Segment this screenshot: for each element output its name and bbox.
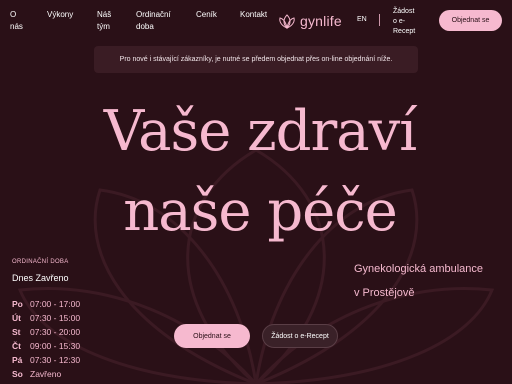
- lotus-icon: [279, 14, 295, 29]
- erecept-request-button[interactable]: Žádost o e-Recept: [262, 324, 338, 348]
- nav-link-label: tým: [97, 22, 110, 31]
- erecept-label-line: o e-: [393, 18, 406, 25]
- nav-link-label: Výkony: [47, 10, 74, 19]
- nav-link-label: nás: [10, 22, 23, 31]
- hero-subtitle-line-2: v Prostějově: [354, 287, 415, 299]
- nav-link-label: Kontakt: [240, 10, 268, 19]
- notice-banner: Pro nové i stávající zákazníky, je nutné…: [94, 46, 418, 73]
- nav-link-ordinacni-doba[interactable]: Ordinační doba: [136, 9, 171, 33]
- hero-title-line-1: Vaše zdraví: [103, 99, 417, 164]
- nav-link-o-nas[interactable]: O nás: [10, 9, 23, 33]
- day-hours: 07:30 - 15:00: [30, 313, 81, 323]
- day-name: So: [12, 369, 23, 379]
- day-hours: 09:00 - 15:30: [30, 341, 81, 351]
- day-name: Čt: [12, 341, 21, 351]
- day-name: St: [12, 327, 21, 337]
- day-hours: 07:30 - 20:00: [30, 327, 81, 337]
- day-name: Út: [12, 313, 21, 323]
- day-hours: 07:00 - 17:00: [30, 299, 81, 309]
- nav-link-label: doba: [136, 22, 154, 31]
- logo-text: gynlife: [300, 13, 342, 29]
- today-status: Dnes Zavřeno: [12, 273, 69, 283]
- nav-link-vykony[interactable]: Výkony: [47, 9, 73, 21]
- nav-link-nas-tym[interactable]: Náš tým: [97, 9, 111, 33]
- erecept-label-line: Žádost: [393, 8, 415, 15]
- nav-link-label: Ceník: [196, 10, 217, 19]
- day-name: Po: [12, 299, 23, 309]
- nav-divider: [379, 14, 380, 26]
- opening-hours-label: ORDINAČNÍ DOBA: [12, 259, 69, 265]
- nav-link-label: O: [10, 10, 17, 19]
- day-hours: 07:30 - 12:30: [30, 355, 81, 365]
- nav-link-label: Ordinační: [136, 10, 171, 19]
- nav-link-erecept[interactable]: Žádost o e- Recept: [393, 7, 415, 37]
- order-button[interactable]: Objednat se: [174, 324, 250, 348]
- order-button-header[interactable]: Objednat se: [439, 10, 502, 31]
- nav-link-kontakt[interactable]: Kontakt: [240, 9, 267, 21]
- hero-subtitle-line-1: Gynekologická ambulance: [354, 263, 484, 275]
- erecept-label-line: Recept: [393, 28, 416, 35]
- top-navigation: O nás Výkony Náš tým Ordinační doba Cení…: [0, 0, 512, 44]
- gynlife-logo[interactable]: gynlife: [278, 10, 342, 32]
- language-switch-en[interactable]: EN: [357, 16, 367, 23]
- day-name: Pá: [12, 355, 23, 365]
- day-hours: Zavřeno: [30, 369, 62, 379]
- nav-link-label: Náš: [97, 10, 112, 19]
- hero-title-line-2: naše péče: [123, 179, 398, 244]
- nav-link-cenik[interactable]: Ceník: [196, 9, 217, 21]
- hero-title: Vaše zdraví naše péče: [60, 92, 460, 252]
